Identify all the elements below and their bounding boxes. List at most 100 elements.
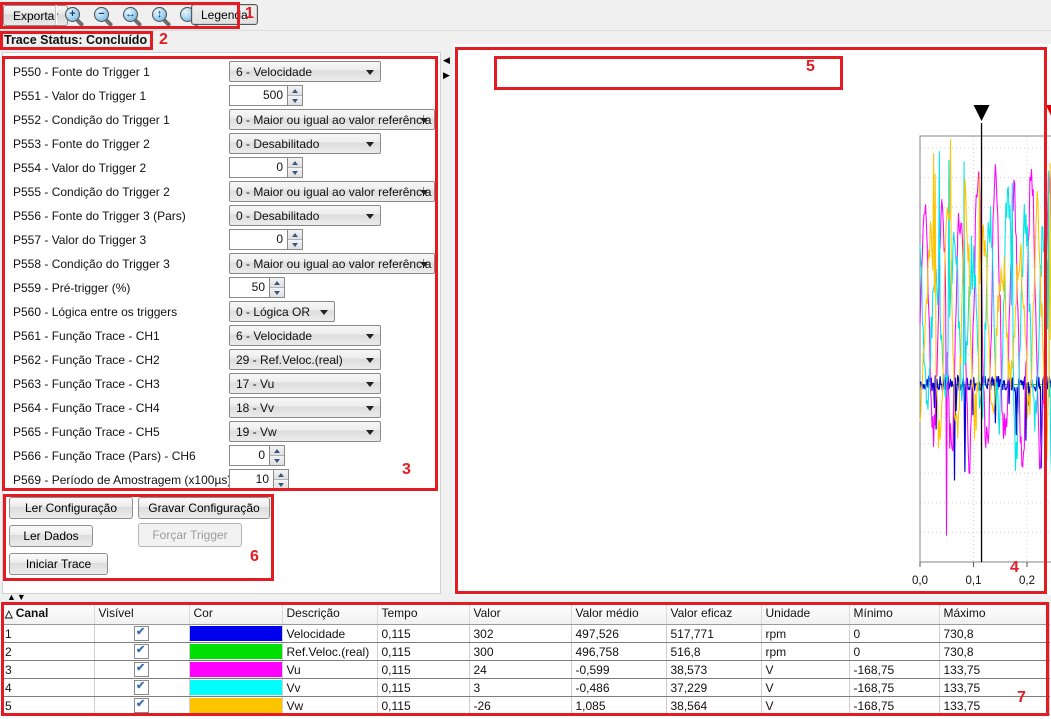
toolbar-separator: [55, 4, 57, 25]
spinner-value[interactable]: 500: [229, 85, 288, 106]
spin-down-button[interactable]: [270, 456, 284, 465]
collapse-right-icon[interactable]: ▶: [443, 71, 450, 80]
trace-chart[interactable]: 0,00,10,20,30,40,50,60,70,8Tempo (segund…: [908, 92, 1051, 639]
spin-up-button[interactable]: [288, 230, 302, 240]
cell-visible[interactable]: [94, 679, 189, 697]
spinner-value[interactable]: 0: [229, 445, 270, 466]
spinner-value[interactable]: 50: [229, 277, 270, 298]
column-header-5[interactable]: Valor: [469, 602, 571, 625]
param-combo-p550[interactable]: 6 - Velocidade: [229, 61, 381, 82]
cell-visible[interactable]: [94, 697, 189, 715]
zoom-out-button[interactable]: −: [87, 4, 108, 26]
column-header-2[interactable]: Cor: [189, 602, 282, 625]
spin-up-button[interactable]: [270, 446, 284, 456]
cell-color[interactable]: [189, 661, 282, 679]
column-header-10[interactable]: Máximo: [939, 602, 1049, 625]
zoom-vertical-button[interactable]: ↕: [145, 4, 166, 26]
cell-color[interactable]: [189, 697, 282, 715]
cell-color[interactable]: [189, 643, 282, 661]
cell-valor_eficaz: 37,229: [666, 679, 761, 697]
param-combo-p555[interactable]: 0 - Maior ou igual ao valor referência: [229, 181, 435, 202]
param-spinner-p559[interactable]: 50: [229, 277, 285, 298]
chevron-down-icon: [420, 118, 428, 123]
cell-canal: 2: [1, 643, 94, 661]
cell-valor_medio: 496,758: [571, 643, 666, 661]
spin-down-icon: [292, 171, 298, 175]
param-combo-p562[interactable]: 29 - Ref.Veloc.(real): [229, 349, 381, 370]
param-combo-p553[interactable]: 0 - Desabilitado: [229, 133, 381, 154]
channel-color-swatch[interactable]: [190, 626, 282, 641]
legend-toggle-button[interactable]: Legenda: [191, 4, 258, 25]
channel-color-swatch[interactable]: [190, 662, 282, 677]
visible-checkbox[interactable]: [134, 626, 149, 641]
spinner-value[interactable]: 0: [229, 229, 288, 250]
spin-up-button[interactable]: [288, 158, 302, 168]
param-label: P563 - Função Trace - CH3: [13, 377, 160, 391]
column-header-6[interactable]: Valor médio: [571, 602, 666, 625]
write-config-button[interactable]: Gravar Configuração: [138, 497, 270, 519]
visible-checkbox[interactable]: [134, 698, 149, 713]
cell-color[interactable]: [189, 625, 282, 643]
cell-maximo: 133,75: [939, 697, 1049, 715]
param-spinner-p554[interactable]: 0: [229, 157, 303, 178]
channel-color-swatch[interactable]: [190, 644, 282, 659]
param-label: P561 - Função Trace - CH1: [13, 329, 160, 343]
param-combo-p564[interactable]: 18 - Vv: [229, 397, 381, 418]
read-config-button[interactable]: Ler Configuração: [9, 497, 133, 519]
param-combo-p558[interactable]: 0 - Maior ou igual ao valor referência: [229, 253, 435, 274]
param-label: P556 - Fonte do Trigger 3 (Pars): [13, 209, 186, 223]
param-spinner-p569[interactable]: 10: [229, 469, 289, 490]
param-combo-p565[interactable]: 19 - Vw: [229, 421, 381, 442]
param-combo-p563[interactable]: 17 - Vu: [229, 373, 381, 394]
spin-up-button[interactable]: [274, 470, 288, 480]
cell-color[interactable]: [189, 679, 282, 697]
column-header-7[interactable]: Valor eficaz: [666, 602, 761, 625]
param-combo-p556[interactable]: 0 - Desabilitado: [229, 205, 381, 226]
channel-color-swatch[interactable]: [190, 698, 282, 713]
spin-down-button[interactable]: [288, 168, 302, 177]
column-header-9[interactable]: Mínimo: [849, 602, 939, 625]
param-combo-p552[interactable]: 0 - Maior ou igual ao valor referência: [229, 109, 435, 130]
spinner-value[interactable]: 0: [229, 157, 288, 178]
cell-visible[interactable]: [94, 625, 189, 643]
trigger-marker-handle[interactable]: [1046, 105, 1051, 121]
spin-up-button[interactable]: [270, 278, 284, 288]
param-label: P562 - Função Trace - CH2: [13, 353, 160, 367]
column-header-3[interactable]: Descrição: [282, 602, 377, 625]
vertical-splitter[interactable]: ◀ ▶: [441, 52, 453, 594]
channel-row-5[interactable]: 5Vw0,115-261,08538,564V-168,75133,75: [1, 697, 1049, 715]
collapse-left-icon[interactable]: ◀: [443, 56, 450, 65]
channel-color-swatch[interactable]: [190, 680, 282, 695]
column-header-8[interactable]: Unidade: [761, 602, 849, 625]
channel-row-4[interactable]: 4Vv0,1153-0,48637,229V-168,75133,75: [1, 679, 1049, 697]
param-spinner-p551[interactable]: 500: [229, 85, 303, 106]
zoom-horizontal-button[interactable]: ↔: [116, 4, 137, 26]
column-header-1[interactable]: Visível: [94, 602, 189, 625]
start-trace-button[interactable]: Iniciar Trace: [9, 553, 108, 575]
param-spinner-p566[interactable]: 0: [229, 445, 285, 466]
column-header-0[interactable]: △Canal: [1, 602, 94, 625]
param-spinner-p557[interactable]: 0: [229, 229, 303, 250]
param-combo-p560[interactable]: 0 - Lógica OR: [229, 301, 335, 322]
channel-row-2[interactable]: 2Ref.Veloc.(real)0,115300496,758516,8rpm…: [1, 643, 1049, 661]
horizontal-splitter[interactable]: ▲▼: [0, 595, 1051, 602]
channel-row-1[interactable]: 1Velocidade0,115302497,526517,771rpm0730…: [1, 625, 1049, 643]
spin-up-button[interactable]: [288, 86, 302, 96]
visible-checkbox[interactable]: [134, 644, 149, 659]
cell-visible[interactable]: [94, 643, 189, 661]
visible-checkbox[interactable]: [134, 680, 149, 695]
measure-cursor-handle[interactable]: [974, 105, 990, 121]
channel-row-3[interactable]: 3Vu0,11524-0,59938,573V-168,75133,75: [1, 661, 1049, 679]
zoom-in-button[interactable]: +: [58, 4, 79, 26]
param-combo-p561[interactable]: 6 - Velocidade: [229, 325, 381, 346]
column-header-4[interactable]: Tempo: [377, 602, 469, 625]
spin-down-button[interactable]: [274, 480, 288, 489]
spin-down-button[interactable]: [288, 240, 302, 249]
spin-down-button[interactable]: [288, 96, 302, 105]
spinner-value[interactable]: 10: [229, 469, 274, 490]
collapse-up-down-icon[interactable]: ▲▼: [7, 592, 27, 602]
spin-down-button[interactable]: [270, 288, 284, 297]
cell-visible[interactable]: [94, 661, 189, 679]
visible-checkbox[interactable]: [134, 662, 149, 677]
read-data-button[interactable]: Ler Dados: [9, 525, 93, 547]
